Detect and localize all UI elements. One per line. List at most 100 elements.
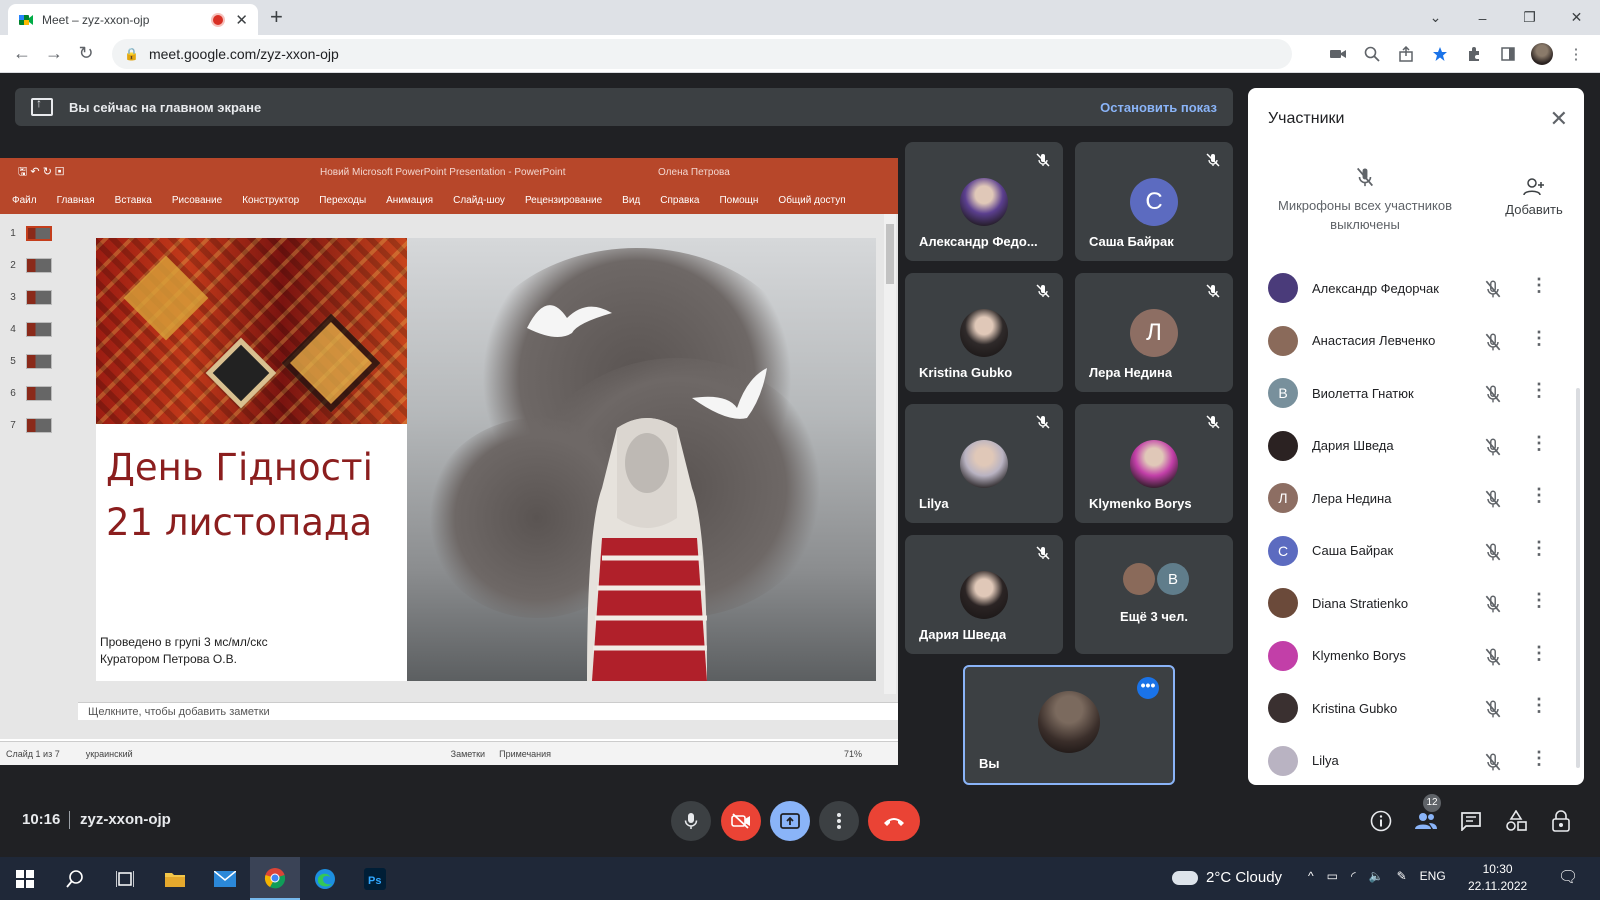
browser-menu-icon[interactable]: ⋮ bbox=[1562, 40, 1590, 68]
profile-avatar[interactable] bbox=[1528, 40, 1556, 68]
more-vert-icon[interactable]: ⋮ bbox=[1530, 486, 1548, 504]
pen-icon[interactable]: ✎ bbox=[1397, 869, 1407, 883]
ppt-tab[interactable]: Вид bbox=[622, 195, 640, 206]
ppt-tab[interactable]: Файл bbox=[12, 195, 37, 206]
more-vert-icon[interactable]: ⋮ bbox=[1530, 591, 1548, 609]
slide-scrollbar[interactable] bbox=[884, 214, 896, 694]
mail-icon[interactable] bbox=[200, 857, 250, 900]
back-icon[interactable]: ← bbox=[6, 38, 38, 70]
notes-toggle[interactable]: Заметки bbox=[451, 749, 485, 759]
participant-row[interactable]: С Саша Байрак ⋮ bbox=[1248, 525, 1568, 578]
reload-icon[interactable]: ↻ bbox=[70, 38, 102, 70]
participant-row[interactable]: Дария Шведа ⋮ bbox=[1248, 420, 1568, 473]
participant-row[interactable]: Diana Stratienko ⋮ bbox=[1248, 577, 1568, 630]
search-icon[interactable] bbox=[50, 857, 100, 900]
slide-thumb[interactable]: 2 bbox=[0, 254, 78, 276]
more-vert-icon[interactable]: ⋮ bbox=[1530, 329, 1548, 347]
wifi-icon[interactable]: ◜ bbox=[1351, 869, 1356, 883]
current-slide[interactable]: День Гідності 21 листопада Проведено в г… bbox=[96, 238, 876, 681]
mic-off-icon[interactable] bbox=[1484, 332, 1502, 352]
participant-tile[interactable]: Дария Шведа bbox=[905, 535, 1063, 654]
edge-icon[interactable] bbox=[300, 857, 350, 900]
ppt-tab[interactable]: Справка bbox=[660, 195, 699, 206]
close-icon[interactable]: ✕ bbox=[1550, 106, 1568, 132]
microphone-button[interactable] bbox=[671, 801, 711, 841]
task-view-icon[interactable] bbox=[100, 857, 150, 900]
participant-row[interactable]: Л Лера Недина ⋮ bbox=[1248, 472, 1568, 525]
file-explorer-icon[interactable] bbox=[150, 857, 200, 900]
slide-thumb[interactable]: 5 bbox=[0, 350, 78, 372]
mic-off-icon[interactable] bbox=[1484, 384, 1502, 404]
slide-thumb[interactable]: 1 bbox=[0, 222, 78, 244]
mic-off-icon[interactable] bbox=[1484, 647, 1502, 667]
minimize-button[interactable]: – bbox=[1459, 10, 1506, 26]
slide-thumb[interactable]: 6 bbox=[0, 382, 78, 404]
zoom-icon[interactable] bbox=[1358, 40, 1386, 68]
host-controls-button[interactable] bbox=[1546, 806, 1576, 836]
ppt-tab[interactable]: Рецензирование bbox=[525, 195, 602, 206]
participant-tile[interactable]: Kristina Gubko bbox=[905, 273, 1063, 392]
participant-row[interactable]: Kristina Gubko ⋮ bbox=[1248, 682, 1568, 735]
camera-off-button[interactable] bbox=[721, 801, 761, 841]
volume-icon[interactable]: 🔈 bbox=[1369, 869, 1384, 883]
participant-row[interactable]: Klymenko Borys ⋮ bbox=[1248, 630, 1568, 683]
participant-tile[interactable]: Lilya bbox=[905, 404, 1063, 523]
more-vert-icon[interactable]: ⋮ bbox=[1530, 276, 1548, 294]
ppt-tab[interactable]: Слайд-шоу bbox=[453, 195, 505, 206]
participant-tile[interactable]: Klymenko Borys bbox=[1075, 404, 1233, 523]
more-vert-icon[interactable]: ⋮ bbox=[1530, 696, 1548, 714]
camera-icon[interactable] bbox=[1324, 40, 1352, 68]
address-bar[interactable]: 🔒 meet.google.com/zyz-xxon-ojp bbox=[112, 39, 1292, 69]
tab-search-icon[interactable]: ⌄ bbox=[1412, 9, 1459, 26]
activities-button[interactable] bbox=[1501, 806, 1531, 836]
end-call-button[interactable] bbox=[868, 801, 920, 841]
participant-tile[interactable]: Александр Федо... bbox=[905, 142, 1063, 261]
participant-row[interactable]: Lilya ⋮ bbox=[1248, 735, 1568, 786]
mic-off-icon[interactable] bbox=[1484, 489, 1502, 509]
ppt-tab[interactable]: Переходы bbox=[319, 195, 366, 206]
more-options-button[interactable] bbox=[819, 801, 859, 841]
participant-tile[interactable]: Л Лера Недина bbox=[1075, 273, 1233, 392]
more-vert-icon[interactable]: ⋮ bbox=[1530, 749, 1548, 767]
battery-icon[interactable]: ▭ bbox=[1327, 869, 1338, 883]
windows-start-icon[interactable] bbox=[0, 857, 50, 900]
ppt-tab[interactable]: Помощн bbox=[719, 195, 758, 206]
meeting-details-button[interactable] bbox=[1366, 806, 1396, 836]
more-participants-tile[interactable]: В Ещё 3 чел. bbox=[1075, 535, 1233, 654]
mic-off-icon[interactable] bbox=[1484, 542, 1502, 562]
participant-row[interactable]: Александр Федорчак ⋮ bbox=[1248, 262, 1568, 315]
photoshop-icon[interactable]: Ps bbox=[350, 857, 400, 900]
ppt-tab[interactable]: Главная bbox=[57, 195, 95, 206]
ppt-tab[interactable]: Вставка bbox=[115, 195, 152, 206]
chrome-icon[interactable] bbox=[250, 857, 300, 900]
tab-close-icon[interactable]: ✕ bbox=[235, 11, 248, 29]
slide-thumb[interactable]: 3 bbox=[0, 286, 78, 308]
slide-thumb[interactable]: 4 bbox=[0, 318, 78, 340]
panel-scrollbar[interactable] bbox=[1576, 388, 1580, 768]
ppt-tab[interactable]: Общий доступ bbox=[778, 195, 845, 206]
more-options-icon[interactable]: ••• bbox=[1137, 677, 1159, 699]
new-tab-button[interactable]: + bbox=[270, 6, 283, 28]
ppt-tab[interactable]: Конструктор bbox=[242, 195, 299, 206]
extensions-icon[interactable] bbox=[1460, 40, 1488, 68]
mic-off-icon[interactable] bbox=[1484, 699, 1502, 719]
browser-tab[interactable]: Meet – zyz-xxon-ojp ✕ bbox=[8, 4, 258, 35]
mic-off-icon[interactable] bbox=[1484, 437, 1502, 457]
more-vert-icon[interactable]: ⋮ bbox=[1530, 381, 1548, 399]
slide-thumb[interactable]: 7 bbox=[0, 414, 78, 436]
participant-row[interactable]: В Виолетта Гнатюк ⋮ bbox=[1248, 367, 1568, 420]
add-people-button[interactable]: Добавить bbox=[1504, 178, 1564, 217]
ppt-tab[interactable]: Анимация bbox=[386, 195, 433, 206]
side-panel-icon[interactable] bbox=[1494, 40, 1522, 68]
bookmark-star-icon[interactable] bbox=[1426, 40, 1454, 68]
share-icon[interactable] bbox=[1392, 40, 1420, 68]
more-vert-icon[interactable]: ⋮ bbox=[1530, 539, 1548, 557]
chat-button[interactable] bbox=[1456, 806, 1486, 836]
notes-pane[interactable]: Щелкните, чтобы добавить заметки bbox=[78, 702, 898, 720]
notifications-icon[interactable]: 🗨 bbox=[1558, 867, 1578, 887]
language-indicator[interactable]: ENG bbox=[1420, 869, 1446, 883]
maximize-button[interactable]: ❐ bbox=[1506, 9, 1553, 26]
system-clock[interactable]: 10:30 22.11.2022 bbox=[1468, 861, 1527, 895]
weather-widget[interactable]: 2°C Cloudy bbox=[1172, 869, 1282, 886]
self-video-tile[interactable]: ••• Вы bbox=[963, 665, 1175, 785]
